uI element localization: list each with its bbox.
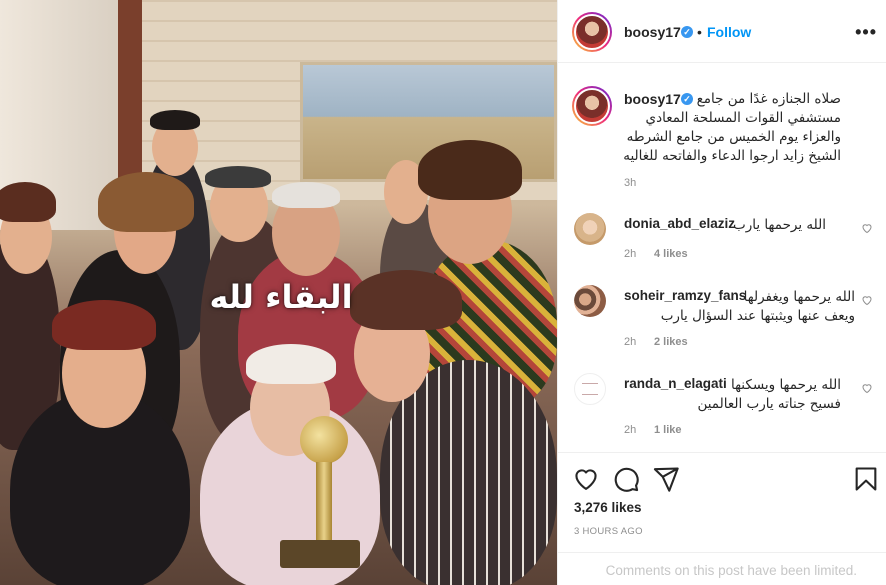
comment-time[interactable]: 2h	[624, 248, 636, 260]
hair	[150, 110, 200, 130]
post-actions: 3,276 likes 3 HOURS AGO Comments on this…	[558, 452, 886, 585]
follow-button[interactable]: Follow	[707, 24, 751, 40]
post-header: boosy17 ✓ • Follow •••	[558, 0, 886, 63]
caption-text: صلاه الجنازه غدًا من جامع مستشفي القوات …	[604, 90, 841, 166]
comment-heart-icon[interactable]	[861, 222, 873, 234]
condolence-overlay-text: البقاء لله	[209, 278, 353, 316]
comment-line: الله يرحمها يارب	[733, 217, 826, 233]
comment-text: الله يرحمها ويسكنها فسيح جناته يارب العا…	[618, 376, 841, 414]
caption-line: والعزاء يوم الخميس من جامع الشرطه	[626, 129, 841, 145]
comment-likes-count: 1 like	[654, 424, 682, 436]
comment-line: الله يرحمها ويغفرلها	[743, 289, 855, 305]
caption-line: مستشفي القوات المسلحة المعادي	[645, 110, 841, 126]
hair	[52, 300, 156, 350]
comment-avatar[interactable]	[574, 213, 606, 245]
comment-avatar[interactable]	[574, 285, 606, 317]
comment-heart-icon[interactable]	[861, 294, 873, 306]
comment-time[interactable]: 2h	[624, 336, 636, 348]
comment-avatar[interactable]	[574, 373, 606, 405]
hair	[350, 270, 462, 330]
comment-time[interactable]: 2h	[624, 424, 636, 436]
likes-count[interactable]: 3,276 likes	[574, 500, 642, 515]
comment-line: ويعف عنها ويثبتها عند السؤال يارب	[660, 308, 855, 324]
verified-badge-icon: ✓	[681, 26, 693, 38]
caption-time[interactable]: 3h	[624, 177, 636, 189]
comments-scroll-area[interactable]: boosy17 ✓ صلاه الجنازه غدًا من جامع مستش…	[558, 64, 886, 450]
comment-likes[interactable]: 4 likes	[654, 248, 688, 260]
bookmark-icon[interactable]	[852, 465, 880, 493]
header-separator: •	[697, 24, 702, 40]
comment-heart-icon[interactable]	[861, 382, 873, 394]
hair	[0, 182, 56, 222]
comment-text: الله يرحمها يارب	[708, 216, 826, 235]
avatar-logo-mark	[582, 383, 598, 395]
comment-icon[interactable]	[612, 465, 640, 493]
wooden-door-frame	[118, 0, 142, 200]
avatar-image	[574, 14, 610, 50]
comment-text: الله يرحمها ويغفرلها ويعف عنها ويثبتها ع…	[618, 288, 855, 326]
hair	[246, 344, 336, 384]
trophy-stem	[316, 462, 332, 542]
comment-likes[interactable]: 1 like	[654, 424, 682, 436]
comment-line: فسيح جناته يارب العالمين	[697, 396, 841, 412]
post-timestamp[interactable]: 3 HOURS AGO	[574, 526, 643, 537]
hair	[272, 182, 340, 208]
send-icon[interactable]	[652, 465, 680, 493]
comment-likes-count: 2 likes	[654, 336, 688, 348]
caption-line: الشيخ زايد ارجوا الدعاء والفاتحه للغاليه	[623, 148, 841, 164]
post-photo[interactable]: البقاء لله	[0, 0, 557, 585]
caption-line: صلاه الجنازه غدًا من جامع	[696, 91, 841, 107]
hair	[418, 140, 522, 200]
trophy-medal	[300, 416, 348, 464]
hair	[98, 172, 194, 232]
more-horizontal-icon[interactable]: •••	[855, 22, 877, 43]
comments-limited-notice: Comments on this post have been limited.	[558, 552, 886, 585]
avatar[interactable]	[572, 12, 612, 52]
header-username[interactable]: boosy17	[624, 24, 681, 40]
comment-likes[interactable]: 2 likes	[654, 336, 688, 348]
comment-likes-count: 4 likes	[654, 248, 688, 260]
heart-icon[interactable]	[572, 465, 600, 493]
trophy-base	[280, 540, 360, 568]
post-side-panel: boosy17 ✓ • Follow ••• boosy17 ✓ صلاه ال…	[557, 0, 886, 585]
hair	[205, 166, 271, 188]
comment-line: الله يرحمها ويسكنها	[730, 377, 841, 393]
